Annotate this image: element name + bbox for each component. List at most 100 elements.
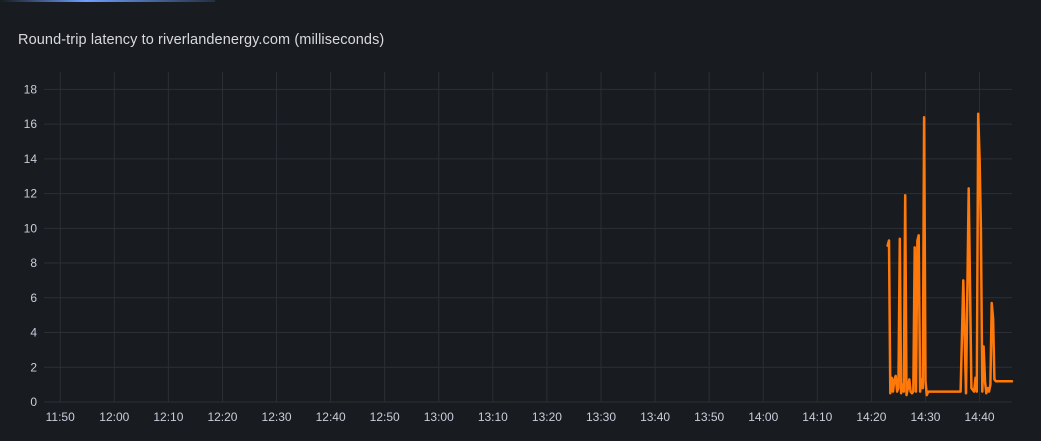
data-point — [900, 392, 902, 395]
data-point — [976, 390, 978, 393]
series-line[interactable] — [886, 112, 1014, 397]
data-point — [993, 378, 996, 381]
data-point — [951, 390, 954, 393]
data-point — [907, 387, 909, 389]
x-tick-label: 13:40 — [640, 410, 670, 424]
data-point — [981, 390, 984, 393]
y-tick-label: 12 — [24, 187, 38, 201]
data-point — [896, 390, 898, 393]
data-point — [973, 390, 975, 393]
data-point — [980, 227, 982, 230]
x-tick-label: 12:10 — [153, 410, 183, 424]
data-point — [913, 246, 916, 249]
data-point — [922, 387, 924, 389]
x-tick-label: 14:40 — [965, 410, 995, 424]
data-point — [892, 390, 894, 393]
x-axis: 11:50 12:00 12:10 12:20 12:30 12:40 12:50 13:00… — [46, 410, 995, 424]
x-tick-label: 13:10 — [478, 410, 508, 424]
data-point — [943, 390, 946, 393]
grid-lines — [44, 72, 1012, 403]
data-point — [886, 244, 889, 247]
data-point — [923, 116, 925, 118]
data-point — [977, 112, 979, 115]
data-point — [996, 380, 998, 383]
data-point — [893, 378, 896, 381]
data-point — [990, 302, 993, 304]
data-point — [1007, 380, 1009, 383]
y-tick-label: 2 — [30, 360, 37, 374]
x-tick-label: 14:30 — [910, 410, 940, 424]
x-tick-label: 14:10 — [802, 410, 832, 424]
series-layer — [886, 112, 1014, 397]
y-tick-label: 6 — [30, 291, 37, 305]
data-point — [894, 375, 897, 377]
x-tick-label: 13:00 — [424, 410, 454, 424]
y-tick-label: 16 — [24, 117, 38, 131]
data-point — [989, 383, 992, 386]
data-point — [934, 390, 936, 393]
data-point — [917, 234, 920, 237]
data-point — [999, 380, 1001, 383]
data-point — [888, 239, 890, 242]
data-point — [909, 390, 912, 393]
y-axis: 0 2 4 6 8 10 12 14 16 18 — [24, 82, 38, 409]
data-point — [940, 390, 943, 393]
data-point — [1004, 380, 1006, 383]
x-tick-label: 11:50 — [46, 410, 75, 424]
data-point — [978, 158, 981, 160]
data-point — [926, 394, 928, 396]
x-tick-label: 12:50 — [370, 410, 400, 424]
data-point — [920, 378, 923, 381]
data-point — [986, 387, 989, 389]
data-point — [924, 380, 927, 383]
y-tick-label: 0 — [30, 395, 37, 409]
data-point — [992, 317, 994, 320]
y-tick-label: 14 — [24, 152, 38, 166]
latency-panel: Round-trip latency to riverlandenergy.co… — [0, 0, 1041, 441]
data-point — [903, 390, 905, 393]
data-point — [984, 380, 986, 383]
x-tick-label: 13:20 — [532, 410, 562, 424]
data-point — [928, 390, 931, 393]
data-point — [1009, 380, 1012, 383]
data-point — [899, 237, 901, 240]
data-point — [965, 392, 967, 395]
data-point — [931, 390, 933, 393]
data-point — [988, 390, 990, 393]
data-point — [970, 387, 973, 389]
x-tick-label: 13:50 — [694, 410, 724, 424]
data-point — [911, 392, 913, 395]
y-tick-label: 8 — [30, 256, 37, 270]
data-point — [890, 376, 893, 379]
data-point — [982, 345, 985, 348]
data-point — [967, 187, 970, 190]
data-point — [949, 390, 951, 393]
y-tick-label: 18 — [24, 82, 38, 96]
x-tick-label: 12:40 — [316, 410, 346, 424]
data-point — [904, 194, 906, 197]
x-tick-label: 12:30 — [262, 410, 292, 424]
x-tick-label: 13:30 — [586, 410, 616, 424]
data-point — [939, 390, 942, 393]
x-tick-label: 12:20 — [207, 410, 237, 424]
data-point — [974, 376, 977, 379]
data-point — [912, 390, 915, 393]
data-point — [959, 390, 962, 393]
data-point — [957, 390, 959, 393]
data-point — [916, 239, 919, 242]
data-point — [905, 394, 908, 396]
data-point — [889, 392, 892, 395]
data-point — [946, 390, 948, 393]
latency-line-chart[interactable]: 0 2 4 6 8 10 12 14 16 18 11:50 12:00 12:10 12:20 12:3… — [0, 0, 1041, 441]
data-point — [1011, 380, 1013, 383]
y-tick-label: 4 — [30, 326, 37, 340]
data-point — [919, 390, 921, 393]
y-tick-label: 10 — [24, 221, 38, 235]
data-point — [985, 392, 988, 395]
x-tick-label: 12:00 — [99, 410, 129, 424]
x-tick-label: 14:20 — [856, 410, 886, 424]
data-point — [954, 390, 956, 393]
data-point — [908, 378, 911, 381]
data-point — [962, 279, 965, 282]
data-point — [936, 390, 939, 393]
